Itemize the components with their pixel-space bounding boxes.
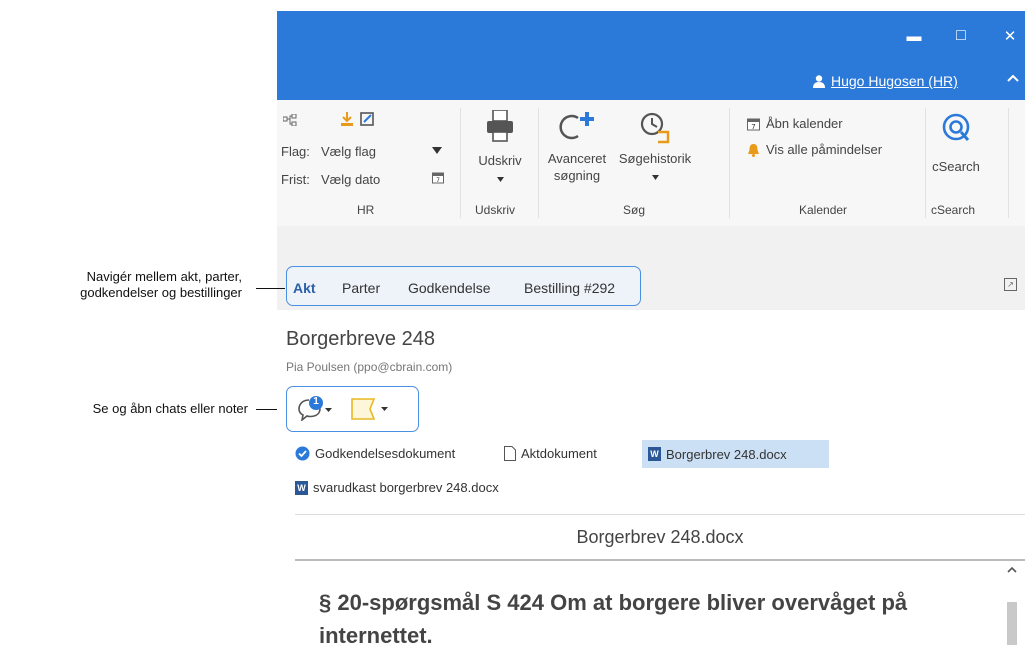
- close-button[interactable]: ✕: [995, 23, 1025, 49]
- tab-akt[interactable]: Akt: [293, 280, 316, 296]
- attachment-item[interactable]: W svarudkast borgerbrev 248.docx: [295, 480, 499, 495]
- user-menu[interactable]: Hugo Hugosen (HR): [813, 73, 958, 89]
- show-reminders-label: Vis alle påmindelser: [766, 142, 883, 157]
- flag-label: Flag:: [281, 144, 310, 159]
- download-flag-icon[interactable]: [340, 112, 354, 126]
- expand-icon[interactable]: ↗: [1004, 278, 1017, 291]
- document-viewer-title: Borgerbrev 248.docx: [295, 514, 1025, 561]
- attachment-item-selected[interactable]: W Borgerbrev 248.docx: [642, 440, 829, 468]
- ribbon-divider: [925, 108, 926, 218]
- deadline-select[interactable]: Vælg dato: [321, 172, 380, 187]
- export-icon[interactable]: [360, 112, 375, 126]
- open-calendar-button[interactable]: 7 Åbn kalender: [747, 116, 843, 131]
- chat-button[interactable]: 1: [297, 395, 333, 426]
- document-pane: Borgerbreve 248 Pia Poulsen (ppo@cbrain.…: [277, 310, 1025, 648]
- search-history-button[interactable]: Søgehistorik: [613, 110, 697, 185]
- document-icon: [504, 446, 516, 461]
- document-author: Pia Poulsen (ppo@cbrain.com): [286, 360, 453, 374]
- svg-text:7: 7: [751, 123, 755, 131]
- dropdown-arrow-icon: [651, 174, 659, 180]
- chat-notes-box: 1: [286, 386, 419, 432]
- open-calendar-label: Åbn kalender: [766, 116, 843, 131]
- flag-select[interactable]: Vælg flag: [321, 144, 376, 159]
- attachment-label: svarudkast borgerbrev 248.docx: [313, 480, 499, 495]
- toolbar-band: [277, 226, 1025, 264]
- attachment-item[interactable]: Godkendelsesdokument: [295, 446, 455, 461]
- print-button[interactable]: Udskriv: [470, 109, 530, 187]
- chevron-up-icon: [1007, 74, 1019, 82]
- deadline-label: Frist:: [281, 172, 310, 187]
- nav-annotation: Navigér mellem akt, parter, godkendelser…: [6, 269, 242, 302]
- advanced-search-label-2: søgning: [553, 167, 601, 183]
- scrollbar-thumb[interactable]: [1007, 602, 1017, 645]
- print-group-label: Udskriv: [475, 203, 516, 217]
- advanced-search-label: Avanceret: [547, 150, 607, 166]
- calendar-icon: 7: [747, 118, 760, 131]
- maximize-button[interactable]: □: [946, 23, 976, 49]
- show-reminders-button[interactable]: Vis alle påmindelser: [747, 142, 882, 157]
- document-title: Borgerbreve 248: [286, 328, 435, 350]
- calendar-group-label: Kalender: [799, 203, 848, 217]
- ribbon-divider: [460, 108, 461, 218]
- bell-icon: [748, 143, 759, 157]
- ribbon-divider: [729, 108, 730, 218]
- nav-bar: Akt Parter Godkendelse Bestilling #292 ↗: [277, 264, 1025, 310]
- ribbon: Flag: Vælg flag Frist: Vælg dato 7 HR Ud…: [277, 100, 1025, 227]
- tab-bestilling[interactable]: Bestilling #292: [524, 280, 615, 296]
- tab-godkendelse[interactable]: Godkendelse: [408, 280, 491, 296]
- calendar-icon[interactable]: 7: [432, 171, 444, 184]
- attachment-item[interactable]: Aktdokument: [504, 446, 597, 461]
- workflow-icon: [283, 114, 297, 126]
- word-doc-icon: W: [295, 480, 308, 495]
- print-label: Udskriv: [478, 152, 522, 168]
- csearch-group-label: cSearch: [931, 203, 976, 217]
- search-group-label: Søg: [623, 203, 646, 217]
- nav-annotation-line1: Navigér mellem akt, parter,: [86, 269, 242, 284]
- chevron-up-icon[interactable]: [1007, 566, 1017, 573]
- csearch-label: cSearch: [932, 158, 980, 174]
- csearch-icon: [942, 113, 970, 141]
- collapse-ribbon-button[interactable]: [1007, 69, 1019, 85]
- note-icon: [351, 398, 388, 420]
- title-bar: ▬ □ ✕ Hugo Hugosen (HR): [277, 11, 1025, 100]
- note-button[interactable]: [350, 397, 402, 426]
- svg-text:7: 7: [436, 177, 440, 184]
- attachment-label: Borgerbrev 248.docx: [666, 446, 787, 462]
- ribbon-divider: [1008, 108, 1009, 218]
- nav-annotation-line2: godkendelser og bestillinger: [80, 285, 242, 301]
- check-circle-icon: [295, 446, 310, 461]
- attachment-label: Aktdokument: [521, 446, 597, 461]
- printer-icon: [487, 109, 513, 142]
- attachment-label: Godkendelsesdokument: [315, 446, 456, 461]
- tab-parter[interactable]: Parter: [342, 280, 380, 296]
- vertical-scrollbar[interactable]: [999, 560, 1025, 645]
- hr-group-label: HR: [357, 203, 375, 217]
- csearch-button[interactable]: cSearch: [927, 112, 985, 176]
- search-history-label: Søgehistorik: [618, 150, 692, 166]
- dropdown-arrow-icon: [496, 176, 504, 182]
- chat-annotation: Se og åbn chats eller noter: [92, 401, 248, 416]
- ribbon-divider: [538, 108, 539, 218]
- search-plus-icon: [559, 112, 594, 140]
- document-heading: § 20-spørgsmål S 424 Om at borgere blive…: [319, 590, 908, 648]
- advanced-search-button[interactable]: Avanceret søgning: [542, 110, 612, 185]
- user-name: Hugo Hugosen (HR): [831, 73, 958, 89]
- nav-tabs: Akt Parter Godkendelse Bestilling #292: [286, 266, 641, 306]
- clock-history-icon: [640, 112, 670, 144]
- chat-count-badge: 1: [313, 396, 319, 407]
- word-doc-icon: W: [648, 447, 661, 461]
- minimize-button[interactable]: ▬: [899, 23, 929, 49]
- user-icon: [813, 74, 825, 88]
- nav-annotation-leader: [256, 288, 285, 289]
- dropdown-arrow-icon[interactable]: [432, 147, 442, 154]
